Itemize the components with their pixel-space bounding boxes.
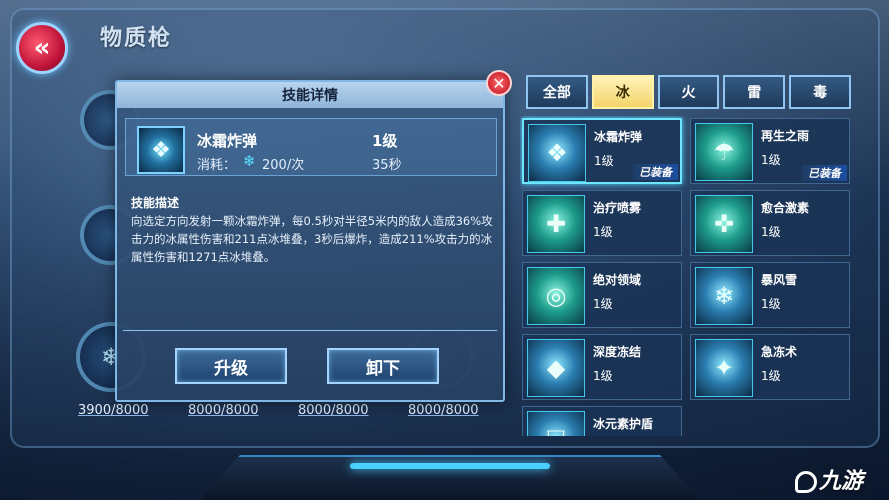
skill-card-name: 绝对领域 <box>593 273 642 287</box>
unload-button[interactable]: 卸下 <box>327 348 439 384</box>
watermark-text: 九游 <box>819 469 864 494</box>
skill-card-name: 急冻术 <box>761 345 798 359</box>
close-button[interactable]: ✕ <box>486 70 512 96</box>
watermark-logo: 九游 <box>795 463 863 495</box>
skill-card-quick-freeze[interactable]: ✦ 急冻术 1级 <box>690 334 850 400</box>
field-icon: ◎ <box>527 267 585 325</box>
skill-card-level: 1级 <box>593 369 613 383</box>
element-tabs: 全部 冰 火 雷 毒 <box>526 75 851 109</box>
deep-freeze-icon: ◆ <box>527 339 585 397</box>
energy-value-4: 8000/8000 <box>408 403 479 418</box>
description-title: 技能描述 <box>131 196 180 210</box>
divider <box>123 330 497 331</box>
blizzard-icon: ❄ <box>695 267 753 325</box>
close-icon: ✕ <box>492 73 506 93</box>
tab-ice[interactable]: 冰 <box>591 75 654 109</box>
description-text: 向选定方向发射一颗冰霜炸弹，每0.5秒对半径5米内的敌人造成36%攻击力的冰属性… <box>131 214 493 264</box>
cost-value: 200/次 <box>262 158 305 173</box>
energy-value-1: 3900/8000 <box>78 403 149 418</box>
skill-card-level: 1级 <box>761 225 781 239</box>
tab-thunder[interactable]: 雷 <box>723 75 786 109</box>
skill-card-level: 1级 <box>594 154 614 168</box>
quick-freeze-icon: ✦ <box>695 339 753 397</box>
snowflake-bomb-icon: ❖ <box>528 124 586 182</box>
skill-card-level: 1级 <box>761 297 781 311</box>
skill-card-level: 1级 <box>761 153 781 167</box>
skill-card-absolute-field[interactable]: ◎ 绝对领域 1级 <box>522 262 682 328</box>
rain-heal-icon: ☂ <box>695 123 753 181</box>
skill-card-level: 1级 <box>593 225 613 239</box>
snowflake-icon: ❄ <box>243 152 256 170</box>
modal-title: 技能详情 <box>117 82 503 108</box>
spray-icon: ✚ <box>527 195 585 253</box>
skill-name: 冰霜炸弹 <box>197 132 258 150</box>
energy-value-2: 8000/8000 <box>188 403 259 418</box>
skill-card-heal-spray[interactable]: ✚ 治疗喷雾 1级 <box>522 190 682 256</box>
back-button[interactable]: « <box>16 22 68 74</box>
skill-detail-modal: 技能详情 ❖ 冰霜炸弹 1级 消耗： ❄ 200/次 35秒 技能描述 向选定方… <box>115 80 505 402</box>
skill-card-ice-bomb[interactable]: ❖ 冰霜炸弹 1级 已装备 <box>522 118 682 184</box>
skill-card-name: 深度冻结 <box>593 345 642 359</box>
bottom-decoration <box>200 455 700 500</box>
equipped-badge: 已装备 <box>633 164 678 180</box>
cooldown-value: 35秒 <box>372 158 402 173</box>
energy-value-3: 8000/8000 <box>298 403 369 418</box>
snowflake-bomb-icon: ❖ <box>137 126 185 174</box>
skill-card-blizzard[interactable]: ❄ 暴风雪 1级 <box>690 262 850 328</box>
skill-card-name: 冰元素护盾 <box>593 417 654 431</box>
upgrade-button[interactable]: 升级 <box>175 348 287 384</box>
skill-card-name: 暴风雪 <box>761 273 798 287</box>
skill-card-deep-freeze[interactable]: ◆ 深度冻结 1级 <box>522 334 682 400</box>
ice-shield-icon: ⛉ <box>527 411 585 436</box>
back-arrow-icon: « <box>33 33 51 63</box>
skill-grid: ❖ 冰霜炸弹 1级 已装备 ☂ 再生之雨 1级 已装备 ✚ 治疗喷雾 1级 ✜ … <box>520 116 852 436</box>
hormone-icon: ✜ <box>695 195 753 253</box>
skill-card-level: 1级 <box>593 297 613 311</box>
page-title: 物质枪 <box>100 26 173 51</box>
skill-card-name: 冰霜炸弹 <box>594 130 643 144</box>
skill-card-level: 1级 <box>761 369 781 383</box>
skill-level: 1级 <box>372 132 398 150</box>
skill-card-healing-hormone[interactable]: ✜ 愈合激素 1级 <box>690 190 850 256</box>
skill-card-name: 治疗喷雾 <box>593 201 642 215</box>
skill-card-ice-shield[interactable]: ⛉ 冰元素护盾 <box>522 406 682 436</box>
skill-card-name: 愈合激素 <box>761 201 810 215</box>
skill-card-regen-rain[interactable]: ☂ 再生之雨 1级 已装备 <box>690 118 850 184</box>
cost-label: 消耗： <box>197 158 237 173</box>
equipped-badge: 已装备 <box>802 165 847 181</box>
tab-poison[interactable]: 毒 <box>789 75 851 109</box>
logo-icon <box>795 471 817 493</box>
tab-fire[interactable]: 火 <box>657 75 720 109</box>
tab-all[interactable]: 全部 <box>526 75 588 109</box>
skill-card-name: 再生之雨 <box>761 129 810 143</box>
